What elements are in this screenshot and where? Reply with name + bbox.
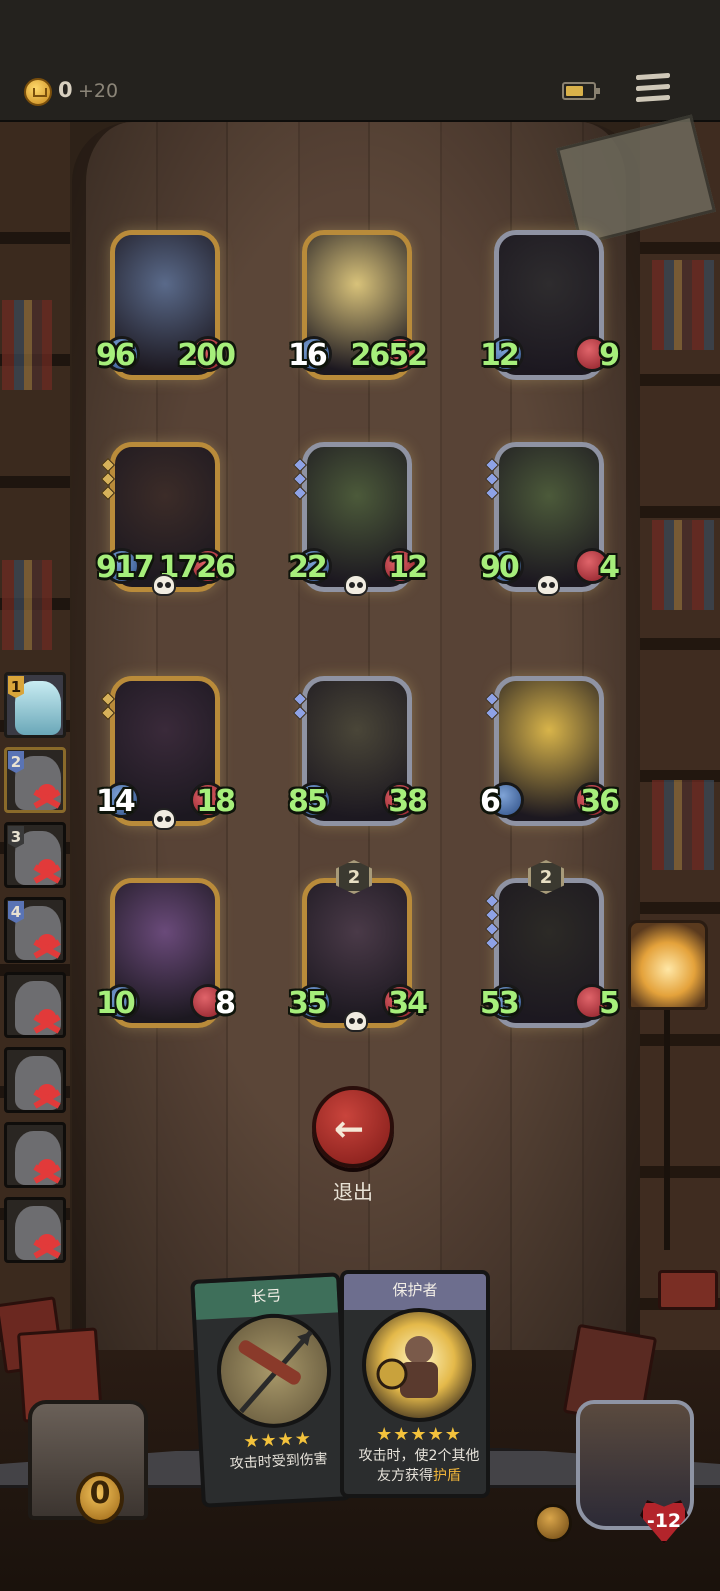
team-slot[interactable] (4, 972, 66, 1038)
lantern-decor (628, 920, 708, 1010)
arrow-left-icon: ← (334, 1109, 365, 1150)
team-slot[interactable] (4, 1047, 66, 1113)
exit-label: 退出 (333, 1180, 373, 1204)
ability-icon[interactable] (534, 1504, 572, 1542)
hero-card[interactable]: 917 1726 (96, 442, 236, 598)
rank-pips (484, 691, 500, 722)
hero-health: 2652 (350, 338, 428, 373)
exit-button[interactable]: ← (312, 1086, 394, 1168)
hero-attack: 917 (96, 550, 155, 585)
hero-attack: 90 (480, 550, 520, 585)
skull-icon (344, 574, 368, 596)
hero-health: 36 (580, 784, 620, 819)
team-slot-number: 1 (8, 676, 24, 698)
skull-icon (152, 574, 176, 596)
hero-attack: 14 (96, 784, 136, 819)
hero-attack: 10 (96, 986, 136, 1021)
team-slot[interactable]: 4 (4, 897, 66, 963)
hero-attack: 35 (288, 986, 328, 1021)
coin-bonus: +20 (78, 80, 119, 102)
rank-pips (292, 457, 308, 502)
team-slot[interactable]: 2 (4, 747, 66, 813)
skull-icon (536, 574, 560, 596)
hero-health: 34 (388, 986, 428, 1021)
menu-icon[interactable] (636, 72, 670, 104)
coin-count: 0 (58, 78, 73, 102)
skill-desc-line1: 攻击时，使2个其他 (358, 1448, 480, 1464)
hero-health: 200 (177, 338, 236, 373)
books-decor (2, 560, 52, 650)
hero-attack: 12 (480, 338, 520, 373)
skull-icon (152, 808, 176, 830)
skill-card-protector[interactable]: 保护者 ★★★★★ 攻击时，使2个其他 友方获得护盾 (340, 1270, 490, 1498)
skill-desc-line2: 友方获得 (377, 1468, 433, 1484)
skill-description: 攻击时，使2个其他 友方获得护盾 (348, 1446, 486, 1486)
skull-icon (344, 1010, 368, 1032)
team-slot-number: 4 (8, 901, 24, 923)
books-decor (652, 520, 714, 610)
skill-card-title: 保护者 (344, 1274, 486, 1310)
skill-stars: ★★★★★ (376, 1424, 462, 1445)
top-bar: 0 +20 (0, 0, 720, 122)
hero-card[interactable]: 12 9 (480, 230, 620, 386)
team-slot[interactable] (4, 1122, 66, 1188)
hero-attack: 22 (288, 550, 328, 585)
hero-attack: 96 (96, 338, 136, 373)
hero-card[interactable]: 2 35 34 (288, 860, 428, 1034)
rank-pips (484, 457, 500, 502)
hero-card[interactable]: 10 8 (96, 878, 236, 1034)
hero-card[interactable]: 85 38 (288, 676, 428, 832)
rank-pips (100, 457, 116, 502)
hero-card[interactable]: 96 200 (96, 230, 236, 386)
hero-health: 18 (196, 784, 236, 819)
books-decor (652, 260, 714, 350)
longbow-icon (214, 1310, 334, 1431)
lantern-post (664, 1010, 670, 1250)
hero-attack: 16 (288, 338, 328, 373)
hero-card[interactable]: 6 36 (480, 676, 620, 832)
hero-card[interactable]: 2 53 5 (480, 860, 620, 1034)
shield-keyword: 护盾 (433, 1468, 461, 1484)
hero-card[interactable]: 14 18 (96, 676, 236, 832)
team-slot-number: 2 (8, 751, 24, 773)
team-slot[interactable] (4, 1197, 66, 1263)
skill-card-longbow[interactable]: 长弓 ★★★★ 攻击时受到伤害 (190, 1272, 352, 1508)
hero-card[interactable]: 22 12 (288, 442, 428, 598)
rank-pips (484, 893, 500, 952)
hero-health: 12 (388, 550, 428, 585)
hero-health: 9 (599, 338, 620, 373)
hero-health: 38 (388, 784, 428, 819)
hero-attack: 53 (480, 986, 520, 1021)
rank-pips (100, 691, 116, 722)
hero-health: 8 (215, 986, 236, 1021)
crown-coin-icon (24, 78, 52, 106)
hero-health: 4 (599, 550, 620, 585)
hero-health: 5 (599, 986, 620, 1021)
team-slot-number: 3 (8, 826, 24, 848)
books-decor (2, 300, 52, 390)
books-decor (652, 780, 714, 870)
team-slot[interactable]: 1 (4, 672, 66, 738)
protector-portrait (362, 1308, 476, 1422)
hero-attack: 85 (288, 784, 328, 819)
team-slot[interactable]: 3 (4, 822, 66, 888)
hero-card[interactable]: 90 4 (480, 442, 620, 598)
rank-pips (292, 691, 308, 722)
chest-count: 0 (89, 1476, 111, 1511)
book-pile-decor (658, 1270, 718, 1310)
hero-attack: 6 (480, 784, 501, 819)
hero-card[interactable]: 16 2652 (288, 230, 428, 386)
battery-icon (562, 82, 600, 100)
boss-hp-value: -12 (646, 1510, 682, 1532)
